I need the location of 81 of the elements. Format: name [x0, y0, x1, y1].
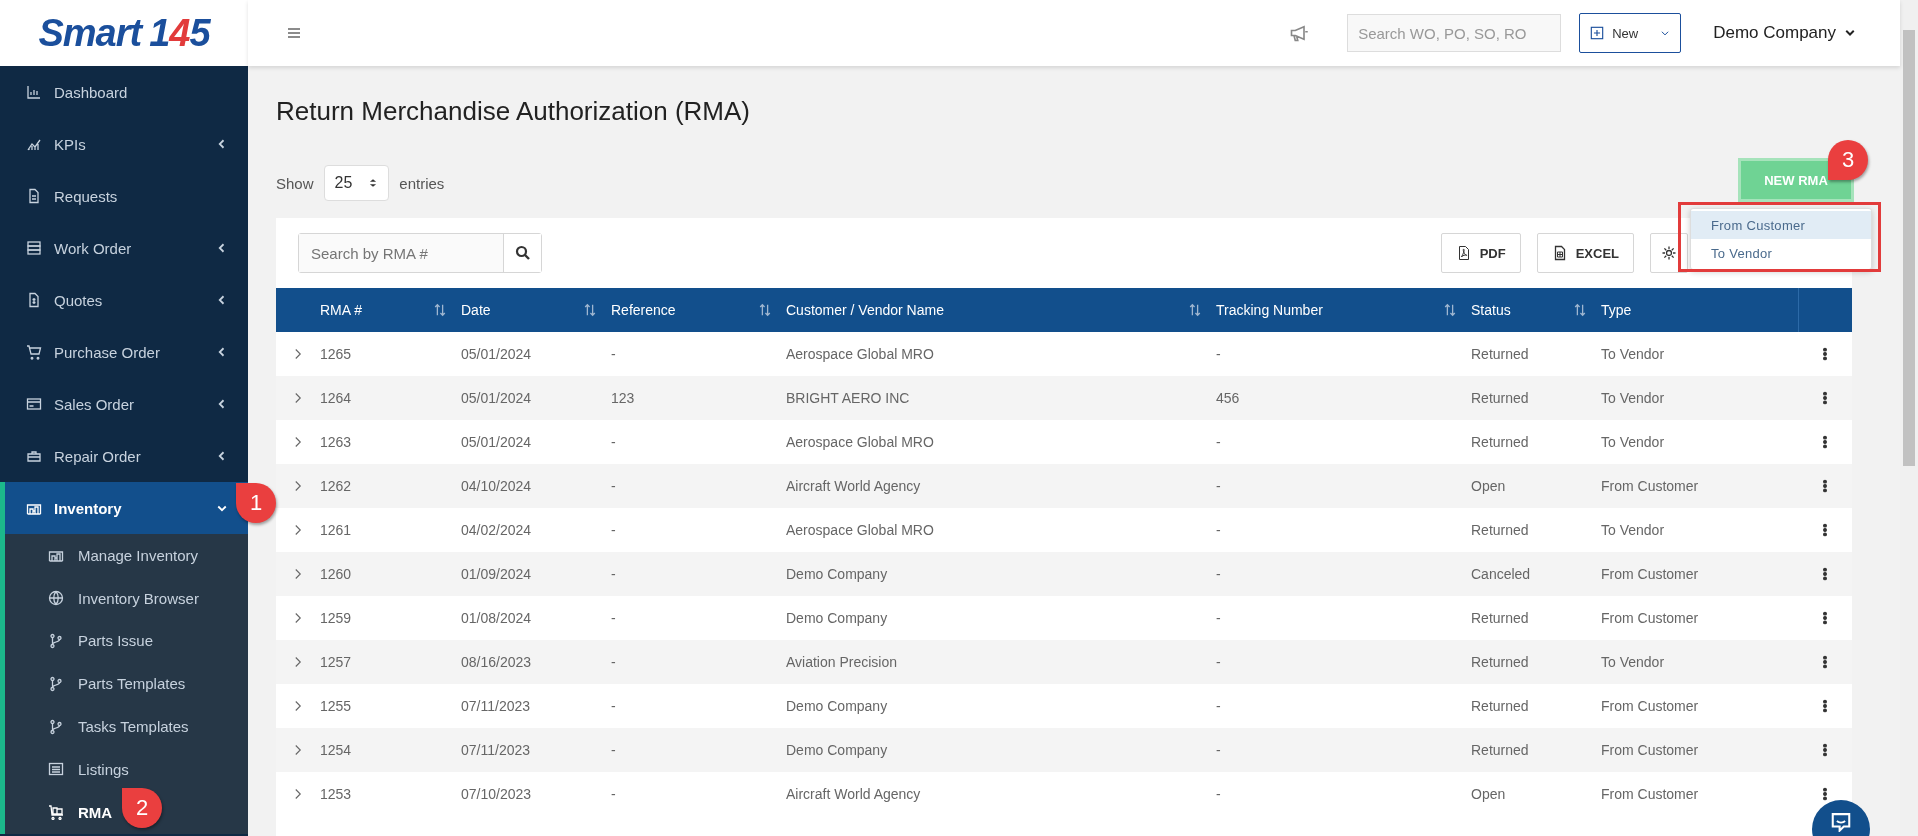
table-cell: 01/09/2024 — [461, 566, 532, 582]
table-cell: 07/11/2023 — [461, 698, 531, 714]
table-cell: 04/02/2024 — [461, 522, 532, 538]
table-cell: Aircraft World Agency — [786, 786, 921, 802]
table-cell: Returned — [1471, 698, 1529, 714]
logo: Smart 145 — [0, 0, 248, 66]
show-label: Show — [276, 174, 314, 192]
entries-label: entries — [399, 174, 445, 192]
table-cell: - — [611, 346, 616, 362]
table-cell: Canceled — [1471, 566, 1531, 582]
table-cell: Returned — [1471, 742, 1529, 758]
table-cell: - — [1216, 478, 1221, 494]
table-cell: - — [1216, 742, 1221, 758]
table-cell: - — [611, 786, 616, 802]
table-cell: 1261 — [320, 522, 352, 538]
table-cell: 1253 — [320, 786, 352, 802]
table-cell: 01/08/2024 — [461, 610, 532, 626]
table-cell: Demo Company — [786, 742, 888, 758]
table-cell: 1265 — [320, 346, 352, 362]
table-cell: 1254 — [320, 742, 352, 758]
table-cell: 08/16/2023 — [461, 654, 532, 670]
table-cell: 456 — [1216, 390, 1240, 406]
table-cell: - — [1216, 346, 1221, 362]
table-cell: Returned — [1471, 346, 1529, 362]
table-cell: From Customer — [1601, 478, 1699, 494]
table-cell: To Vendor — [1601, 390, 1665, 406]
table-cell: To Vendor — [1601, 522, 1665, 538]
table-cell: - — [1216, 434, 1221, 450]
table-cell: - — [1216, 610, 1221, 626]
table-cell: Returned — [1471, 654, 1529, 670]
table-cell: - — [1216, 566, 1221, 582]
table-cell: - — [611, 566, 616, 582]
table-cell: From Customer — [1601, 566, 1699, 582]
table-cell: - — [611, 478, 616, 494]
table-cell: 1263 — [320, 434, 352, 450]
table-cell: To Vendor — [1601, 346, 1665, 362]
table-cell: Demo Company — [786, 698, 888, 714]
table-cell: - — [1216, 654, 1221, 670]
table-cell: Aircraft World Agency — [786, 478, 921, 494]
table-cell: Open — [1471, 478, 1506, 494]
table-cell: 07/11/2023 — [461, 742, 531, 758]
table-cell: - — [611, 610, 616, 626]
table-cell: - — [1216, 522, 1221, 538]
table-cell: Demo Company — [786, 610, 888, 626]
table-cell: 07/10/2023 — [461, 786, 532, 802]
table-cell: Demo Company — [786, 566, 888, 582]
table-cell: From Customer — [1601, 786, 1699, 802]
table-cell: 1264 — [320, 390, 352, 406]
table-cell: 1257 — [320, 654, 352, 670]
table-cell: 123 — [611, 390, 635, 406]
table-cell: 1262 — [320, 478, 352, 494]
table-cell: From Customer — [1601, 698, 1699, 714]
table-cell: From Customer — [1601, 742, 1699, 758]
table-cell: From Customer — [1601, 610, 1699, 626]
table-cell: Open — [1471, 786, 1506, 802]
table-cell: 1259 — [320, 610, 352, 626]
table-cell: BRIGHT AERO INC — [786, 390, 910, 406]
table-cell: Aerospace Global MRO — [786, 346, 934, 362]
table-cell: - — [611, 698, 616, 714]
table-cell: To Vendor — [1601, 434, 1665, 450]
table-cell: 1260 — [320, 566, 352, 582]
table-cell: - — [611, 522, 616, 538]
table-cell: Returned — [1471, 610, 1529, 626]
table-cell: 05/01/2024 — [461, 346, 532, 362]
table-cell: 04/10/2024 — [461, 478, 532, 494]
table-cell: - — [611, 434, 616, 450]
table-cell: Aerospace Global MRO — [786, 434, 934, 450]
table-cell: Returned — [1471, 390, 1529, 406]
table-cell: - — [1216, 698, 1221, 714]
table-cell: - — [611, 742, 616, 758]
table-cell: - — [611, 654, 616, 670]
table-cell: - — [1216, 786, 1221, 802]
table-cell: Aviation Precision — [786, 654, 898, 670]
table-cell: 1255 — [320, 698, 352, 714]
table-cell: 05/01/2024 — [461, 434, 532, 450]
table-cell: Aerospace Global MRO — [786, 522, 934, 538]
table-cell: To Vendor — [1601, 654, 1665, 670]
table-cell: 05/01/2024 — [461, 390, 532, 406]
table-cell: Returned — [1471, 434, 1529, 450]
table-cell: Returned — [1471, 522, 1529, 538]
page-title: Return Merchandise Authorization (RMA) — [276, 96, 751, 128]
